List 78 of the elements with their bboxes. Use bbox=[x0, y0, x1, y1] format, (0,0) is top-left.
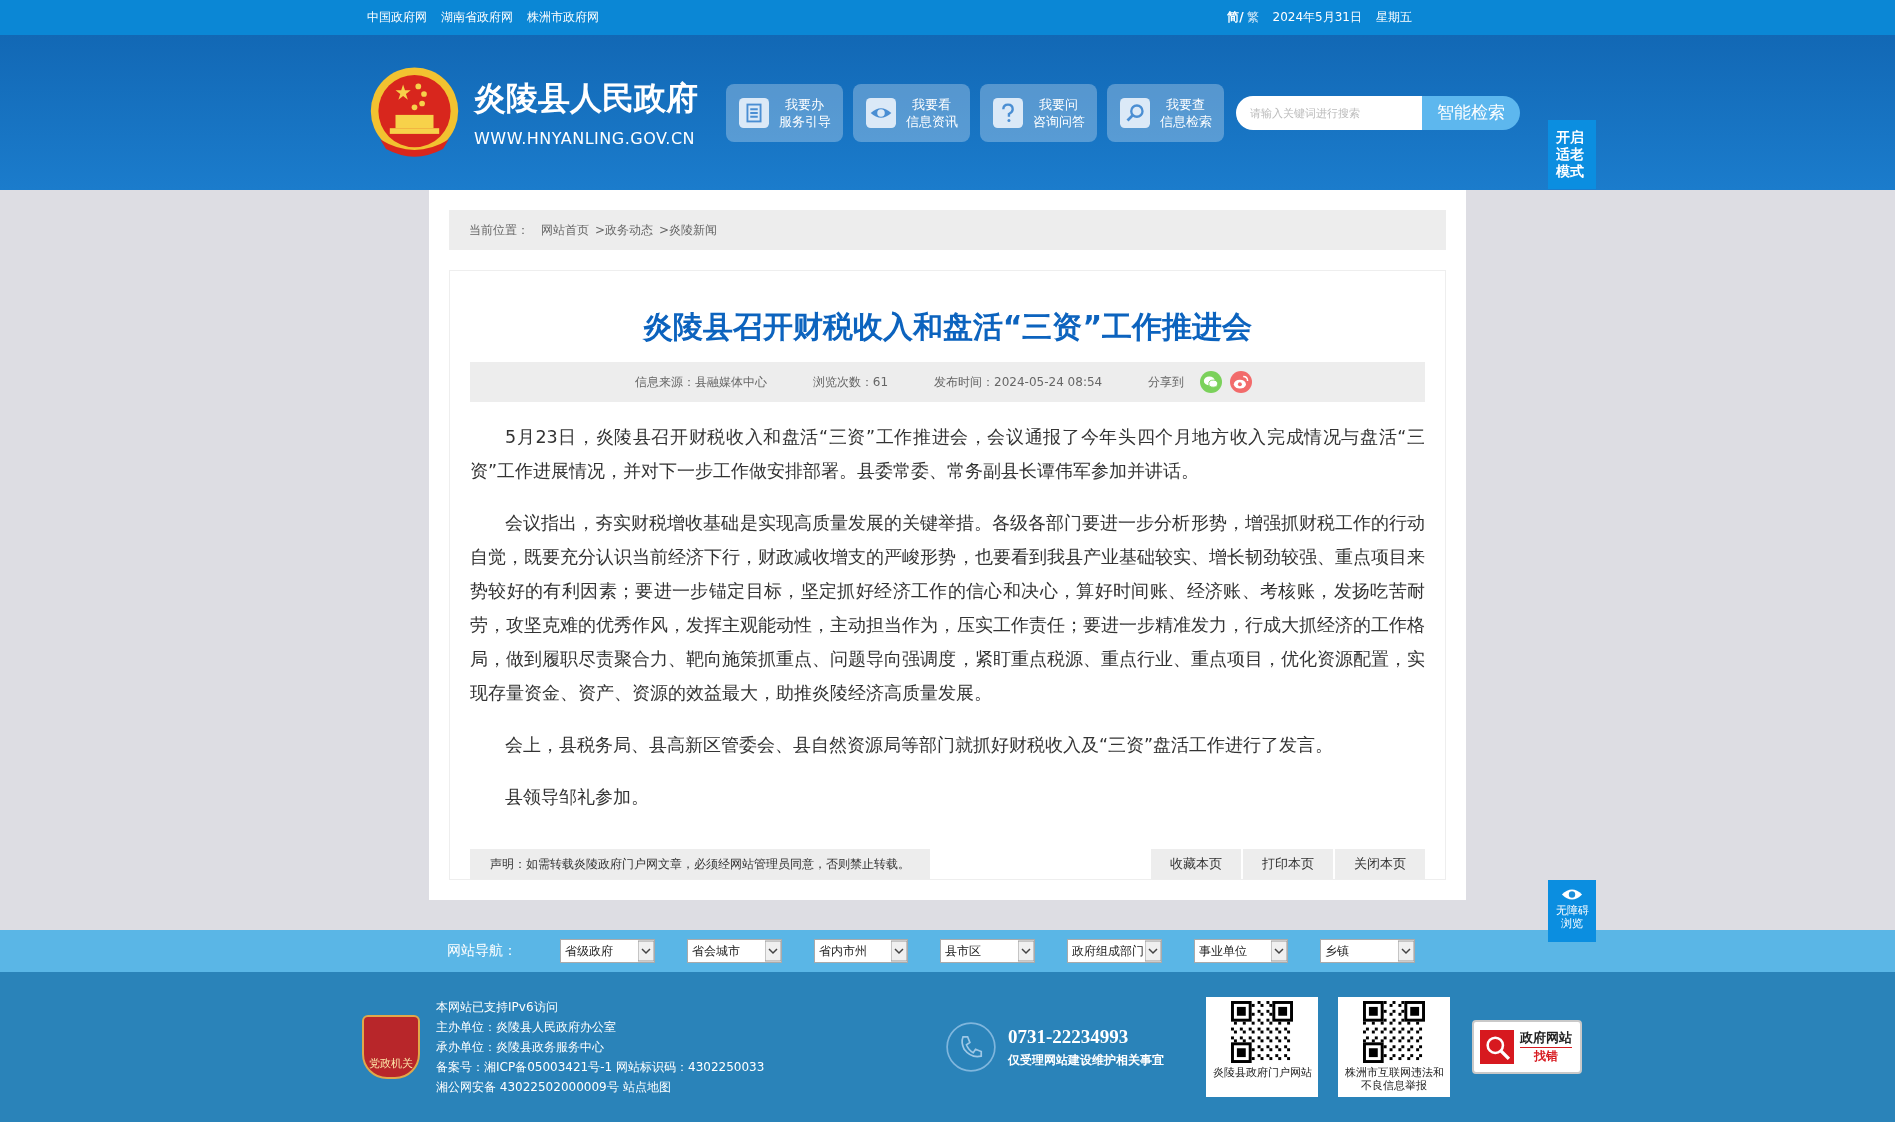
top-link[interactable]: 株洲市政府网 bbox=[527, 9, 599, 26]
top-link[interactable]: 湖南省政府网 bbox=[441, 9, 513, 26]
meta-text: 浏览次数：61 bbox=[812, 373, 889, 391]
quick-link-subtitle: 信息检索 bbox=[1159, 112, 1212, 130]
dropdown-arrow-icon bbox=[1017, 940, 1034, 962]
language-option[interactable]: 简/ bbox=[1227, 9, 1244, 26]
accessibility-button[interactable]: 无障碍浏览 bbox=[1548, 880, 1596, 942]
quick-link-subtitle: 咨询问答 bbox=[1032, 112, 1085, 130]
report-error-badge[interactable]: 政府网站 找错 bbox=[1472, 1020, 1582, 1074]
site-navigation-label: 网站导航： bbox=[447, 942, 518, 960]
quick-link-button[interactable]: 我要办 服务引导 bbox=[726, 83, 843, 142]
qr-code-icon bbox=[1231, 1001, 1293, 1063]
select-field[interactable]: 乡镇 bbox=[1320, 939, 1416, 963]
qr-code-caption: 炎陵县政府门户网站 bbox=[1212, 1066, 1312, 1079]
meta-text: 发布时间：2024-05-24 08:54 bbox=[934, 373, 1103, 391]
question-icon bbox=[992, 97, 1023, 128]
party-government-badge[interactable]: 党政机关 bbox=[362, 1015, 420, 1079]
page-action-button[interactable]: 关闭本页 bbox=[1335, 849, 1425, 879]
quick-link-title: 我要办 bbox=[785, 95, 824, 113]
qr-code-icon bbox=[1363, 1001, 1425, 1063]
footer-info-text: 承办单位：炎陵县政务服务中心 bbox=[436, 1039, 605, 1056]
quick-link-subtitle: 服务引导 bbox=[778, 112, 831, 130]
dropdown-arrow-icon bbox=[1398, 940, 1415, 962]
footer-info-text: 主办单位：炎陵县人民政府办公室 bbox=[436, 1019, 617, 1036]
dropdown-arrow-icon bbox=[1271, 940, 1288, 962]
quick-link-button[interactable]: 我要问 咨询问答 bbox=[980, 83, 1097, 142]
article-paragraph: 会议指出，夯实财税增收基础是实现高质量发展的关键举措。各级各部门要进一步分析形势，增强抓财税工作的行动自觉，既要充分认识当前经济下行，财政减收增支的严峻形势，也要看到我县产业基础较实、增长韧劲较强、重点项目来势较好的有利因素；要进一步锚定目标，坚定抓好经济工作的信心和决心，算好时间账、经济账、考核账，发扬吃苦耐劳，攻坚克难的优秀作风，发挥主观能动性，主动担当作为，压实工作责任；要进一步精准发力，行成大抓经济的工作格局，做到履职尽责聚合力、靶向施策抓重点、问题导向强调度，紧盯重点税源、重点行业、重点项目，优化资源配置，实现存量资金、资产、资源的效益最大，助推炎陵经济高质量发展。 bbox=[470, 512, 1425, 705]
quick-link-title: 我要查 bbox=[1166, 95, 1205, 113]
search-icon bbox=[1119, 97, 1150, 128]
article-paragraph: 会上，县税务局、县高新区管委会、县自然资源局等部门就抓好财税收入及“三资”盘活工作进行了发言。 bbox=[504, 734, 1335, 757]
breadcrumb-link[interactable]: >炎陵新闻 bbox=[659, 221, 718, 239]
select-field[interactable]: 政府组成部门 bbox=[1066, 939, 1162, 963]
dropdown-arrow-icon bbox=[637, 940, 654, 962]
site-url: WWW.HNYANLING.GOV.CN bbox=[474, 129, 697, 148]
eye-icon bbox=[1561, 888, 1583, 901]
phone-icon bbox=[946, 1022, 996, 1072]
footer-info-text: 湘公网安备 43022502000009号 站点地图 bbox=[436, 1079, 672, 1096]
weekday-text: 星期五 bbox=[1376, 9, 1412, 26]
quick-link-title: 我要问 bbox=[1039, 95, 1078, 113]
select-field[interactable]: 省会城市 bbox=[686, 939, 782, 963]
footer-info-text: 本网站已支持IPv6访问 bbox=[436, 999, 559, 1016]
site-name: 炎陵县人民政府 bbox=[474, 78, 699, 119]
phone-number: 0731-22234993 bbox=[1008, 1025, 1130, 1048]
breadcrumb-link[interactable]: >政务动态 bbox=[595, 221, 654, 239]
article-paragraph: 县领导邹礼参加。 bbox=[504, 786, 650, 809]
qr-code-caption: 株洲市互联网违法和不良信息举报 bbox=[1344, 1066, 1444, 1092]
select-field[interactable]: 省内市州 bbox=[813, 939, 909, 963]
document-icon bbox=[738, 97, 769, 128]
dropdown-arrow-icon bbox=[891, 940, 908, 962]
phone-note: 仅受理网站建设维护相关事宜 bbox=[1008, 1051, 1164, 1069]
select-field[interactable]: 事业单位 bbox=[1193, 939, 1289, 963]
eye-icon bbox=[865, 97, 896, 128]
language-option[interactable]: 繁 bbox=[1246, 9, 1259, 26]
page-action-button[interactable]: 打印本页 bbox=[1243, 849, 1333, 879]
article-paragraph: 5月23日，炎陵县召开财税收入和盘活“三资”工作推进会，会议通报了今年头四个月地方收入完成情况与盘活“三资”工作进展情况，并对下一步工作做安排部署。县委常委、常务副县长谭伟军参加并讲话。 bbox=[470, 426, 1425, 483]
elder-mode-button[interactable]: 开启适老模式 bbox=[1548, 120, 1596, 189]
share-label: 分享到 bbox=[1148, 373, 1185, 391]
magnifier-icon bbox=[1480, 1030, 1514, 1064]
select-field[interactable]: 县市区 bbox=[940, 939, 1035, 963]
wechat-share-icon[interactable] bbox=[1200, 371, 1223, 393]
quick-link-subtitle: 信息资讯 bbox=[905, 112, 958, 130]
search-field[interactable]: 请输入关键词进行搜索 bbox=[1236, 95, 1422, 130]
breadcrumb-label: 当前位置： bbox=[469, 221, 529, 239]
quick-link-button[interactable]: 我要看 信息资讯 bbox=[853, 83, 970, 142]
statement-text: 声明：如需转载炎陵政府门户网文章，必须经网站管理员同意，否则禁止转载。 bbox=[470, 849, 930, 879]
dropdown-arrow-icon bbox=[764, 940, 781, 962]
date-text: 2024年5月31日 bbox=[1272, 9, 1362, 26]
footer-info-text: 备案号：湘ICP备05003421号-1 网站标识码：4302250033 bbox=[436, 1059, 766, 1076]
quick-link-title: 我要看 bbox=[912, 95, 951, 113]
top-link[interactable]: 中国政府网 bbox=[367, 9, 427, 26]
breadcrumb-link[interactable]: 网站首页 bbox=[541, 221, 589, 239]
page-action-button[interactable]: 收藏本页 bbox=[1151, 849, 1241, 879]
article-title: 炎陵县召开财税收入和盘活“三资”工作推进会 bbox=[641, 308, 1254, 346]
quick-link-button[interactable]: 我要查 信息检索 bbox=[1107, 83, 1224, 142]
dropdown-arrow-icon bbox=[1144, 940, 1161, 962]
select-field[interactable]: 省级政府 bbox=[560, 939, 655, 963]
weibo-share-icon[interactable] bbox=[1230, 371, 1253, 393]
meta-text: 信息来源：县融媒体中心 bbox=[634, 373, 767, 391]
